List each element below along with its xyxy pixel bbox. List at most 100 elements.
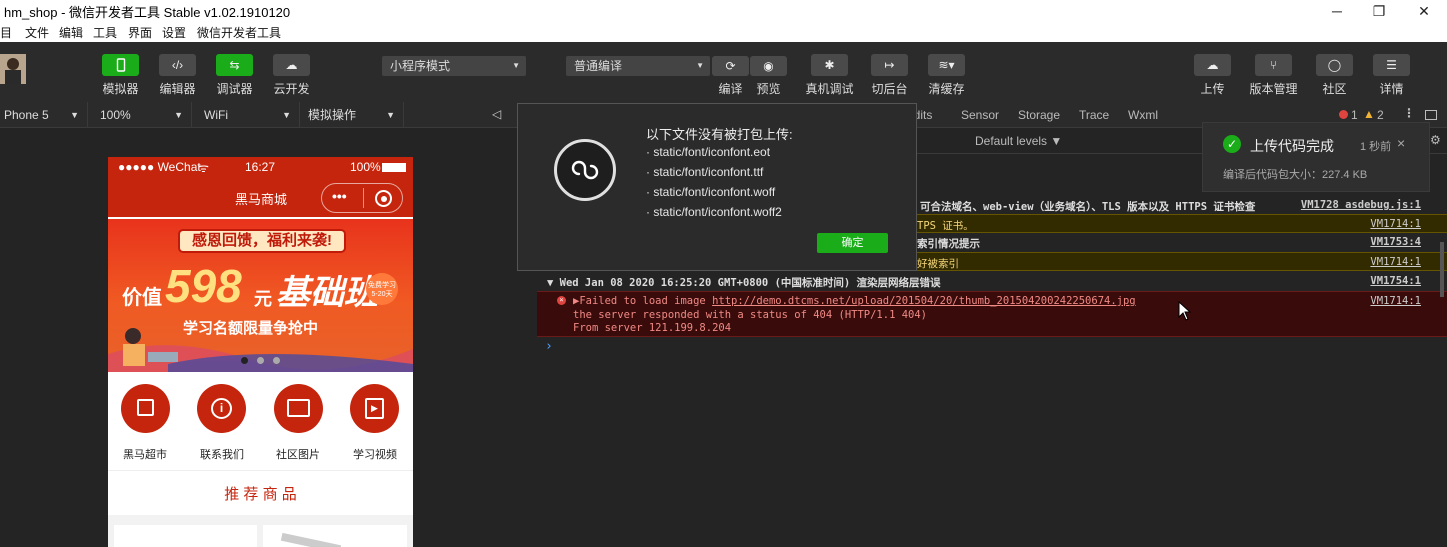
error-circle-icon: × [557,296,566,305]
bug-icon: ✱ [824,58,835,72]
compile-select[interactable]: 普通编译 ▼ [566,56,710,76]
log-text: 好被索引 [917,258,959,270]
banner-badge-line1: 免费学习 [368,282,396,289]
device-select[interactable]: Phone 5 ▼ [0,102,88,128]
mouse-cursor-icon [1178,301,1192,321]
product-card[interactable] [114,525,257,547]
wifi-icon: ᯤ [198,161,209,175]
menu-item-tools[interactable]: 工具 [93,24,117,41]
error-line: × ▶Failed to load image http://demo.dtcm… [537,291,1447,337]
menu-item-project[interactable]: 目 [0,24,12,41]
more-vert-icon[interactable]: ⋮ [1403,106,1415,120]
preview-label: 预览 [756,82,781,96]
simulator-subbar: Phone 5 ▼ 100% ▼ WiFi ▼ 模拟操作 ▼ ◁ [0,102,537,128]
error-line-3: From server 121.199.8.204 [573,322,732,334]
zoom-select[interactable]: 100% ▼ [96,102,192,128]
banner-price: 598 [165,260,242,312]
menu-item-view[interactable]: 界面 [128,24,152,41]
mode-select-value: 小程序模式 [390,59,451,73]
console-prompt[interactable]: › [537,339,1447,355]
tab-wxml[interactable]: Wxml [1128,108,1158,122]
dialog-title: 以下文件没有被打包上传: [646,127,793,142]
simulator-button[interactable] [102,54,139,76]
category-contact-button[interactable]: i [197,384,246,433]
chevron-down-icon: ▼ [696,61,704,70]
upload-button[interactable]: ☁ [1194,54,1231,76]
avatar[interactable] [0,54,26,84]
tab-trace[interactable]: Trace [1079,108,1109,122]
operation-select[interactable]: 模拟操作 ▼ [304,102,404,128]
more-dots-icon[interactable]: ••• [332,188,347,204]
dock-icon[interactable] [1425,110,1437,120]
details-button[interactable]: ☰ [1373,54,1410,76]
background-label: 切后台 [871,82,908,96]
log-source-link[interactable]: VM1714:1 [1370,295,1421,307]
log-source-link[interactable]: VM1728 asdebug.js:1 [1301,199,1421,211]
network-select-value: WiFi [204,108,228,122]
remote-debug-label: 真机调试 [805,82,854,96]
version-button[interactable]: ⑂ [1255,54,1292,76]
menu-bar: 目 文件 编辑 工具 界面 设置 微信开发者工具 [0,22,1447,42]
remote-debug-button[interactable]: ✱ [811,54,848,76]
log-source-link[interactable]: VM1714:1 [1370,218,1421,230]
upload-label: 上传 [1200,82,1225,96]
capsule-divider [363,188,364,208]
log-source-link[interactable]: VM1714:1 [1370,256,1421,268]
banner-course: 基础班 [276,274,378,312]
mini-program-logo-icon [554,139,616,201]
clear-cache-button[interactable]: ≋▾ [928,54,965,76]
menu-item-file[interactable]: 文件 [25,24,49,41]
phone-nav-bar: 黑马商城 ••• [108,177,413,217]
close-window-button[interactable]: ✕ [1401,0,1447,22]
log-source-link[interactable]: VM1754:1 [1370,275,1421,287]
compile-button[interactable]: ⟳ [712,56,749,76]
maximize-button[interactable]: ❐ [1356,0,1402,22]
tab-storage[interactable]: Storage [1018,108,1060,122]
mode-select[interactable]: 小程序模式 ▼ [382,56,526,76]
editor-button[interactable]: ‹/› [159,54,196,76]
banner-unit: 元 [254,289,272,309]
banner-badge-line2: 5-20天 [371,291,393,298]
nav-title: 黑马商城 [235,192,288,207]
confirm-button[interactable]: 确定 [817,233,888,253]
chevron-down-icon: ▼ [386,110,395,120]
minimize-button[interactable]: ─ [1314,0,1360,22]
community-button[interactable]: ◯ [1316,54,1353,76]
banner-dot-active[interactable] [241,357,248,364]
main-toolbar: 模拟器 ‹/› 编辑器 ⇆ 调试器 ☁ 云开发 小程序模式 ▼ 普通编译 ▼ ⟳… [0,42,1447,102]
network-select[interactable]: WiFi ▼ [200,102,300,128]
promo-banner[interactable]: 感恩回馈，福利来袭! 价值 598 元 基础班 免费学习 5-20天 学习名额限… [108,219,413,372]
category-photos-button[interactable] [274,384,323,433]
menu-item-edit[interactable]: 编辑 [59,24,83,41]
preview-button[interactable]: ◉ [750,56,787,76]
warning-count[interactable]: 2 [1377,108,1384,122]
category-supermarket-button[interactable] [121,384,170,433]
background-button[interactable]: ↦ [871,54,908,76]
banner-dot[interactable] [273,357,280,364]
banner-dot[interactable] [257,357,264,364]
error-count[interactable]: 1 [1351,108,1358,122]
tab-sensor[interactable]: Sensor [961,108,999,122]
upload-icon: ☁ [1206,58,1219,72]
volume-icon[interactable]: ◁ [492,107,501,121]
menu-item-wechat-devtools[interactable]: 微信开发者工具 [197,24,281,41]
phone-icon [116,58,125,72]
settings-gear-icon[interactable]: ⚙ [1430,133,1441,147]
close-mini-program-icon[interactable] [375,190,392,207]
section-divider [108,470,413,471]
log-source-link[interactable]: VM1753:4 [1370,236,1421,248]
banner-price-prefix: 价值 [122,287,162,309]
cloud-button[interactable]: ☁ [273,54,310,76]
product-card[interactable] [263,525,407,547]
debugger-button[interactable]: ⇆ [216,54,253,76]
error-url-link[interactable]: http://demo.dtcms.net/upload/201504/20/t… [712,295,1136,307]
console-scrollbar[interactable] [1440,242,1444,297]
banner-top-label: 感恩回馈，福利来袭! [178,229,346,253]
levels-select[interactable]: Default levels ▼ [975,134,1062,148]
menu-item-settings[interactable]: 设置 [162,24,186,41]
toast-close-button[interactable]: × [1397,135,1405,151]
banner-badge: 免费学习 5-20天 [366,273,398,305]
log-group-header[interactable]: ▼ Wed Jan 08 2020 16:25:20 GMT+0800 (中国标… [537,272,1447,291]
log-text: 索引情况提示 [917,238,980,250]
category-videos-button[interactable]: ▶ [350,384,399,433]
